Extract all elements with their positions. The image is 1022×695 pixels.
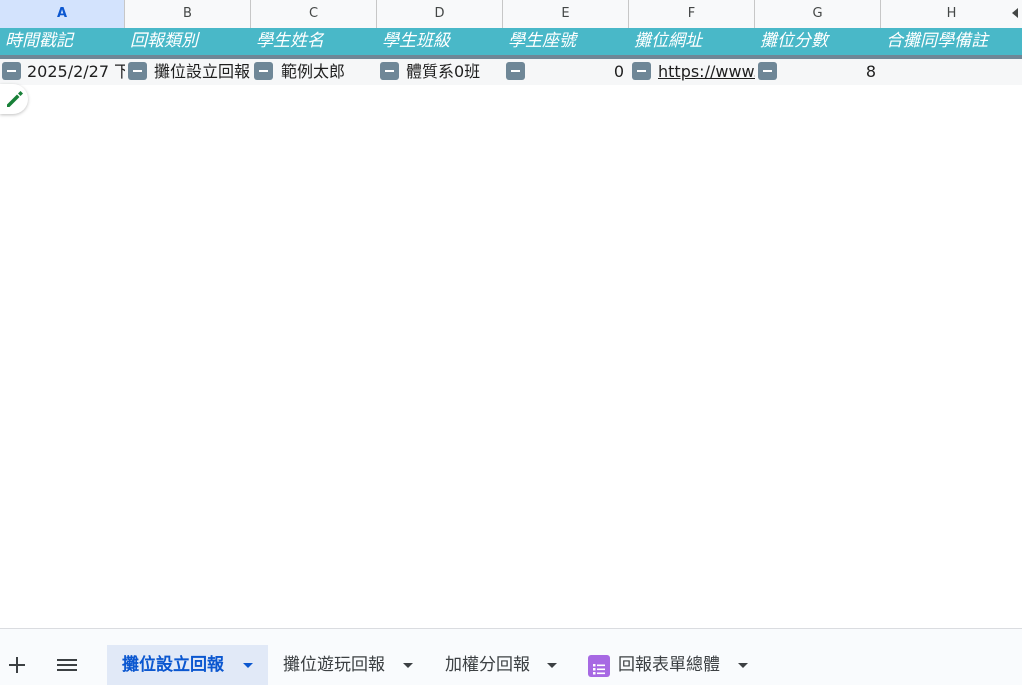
header-cell-url[interactable]: 攤位網址 — [629, 28, 755, 55]
minus-chip-icon[interactable] — [254, 62, 273, 80]
cell-category-value: 攤位設立回報 — [154, 62, 251, 81]
cell-class[interactable]: 體質系0班 — [377, 59, 503, 85]
column-header-f[interactable]: F — [629, 0, 755, 28]
cell-url-link[interactable]: https://www.p — [658, 59, 755, 85]
header-cell-seat[interactable]: 學生座號 — [503, 28, 629, 55]
tab-label: 回報表單總體 — [618, 655, 720, 675]
cell-seat[interactable]: 0 — [503, 59, 629, 85]
minus-chip-icon[interactable] — [2, 62, 21, 80]
plus-icon[interactable] — [8, 656, 26, 674]
cell-class-value: 體質系0班 — [406, 62, 481, 81]
minus-chip-icon[interactable] — [506, 62, 525, 80]
cell-seat-value: 0 — [613, 62, 624, 81]
dropdown-caret-icon[interactable] — [403, 663, 413, 668]
tab-report-form-overall[interactable]: 回報表單總體 — [588, 645, 760, 685]
cell-category[interactable]: 攤位設立回報 — [125, 59, 251, 85]
minus-chip-icon[interactable] — [128, 62, 147, 80]
column-header-h[interactable]: H — [881, 0, 1022, 28]
cell-timestamp[interactable]: 2025/2/27 下 — [0, 59, 125, 85]
cell-name[interactable]: 範例太郎 — [251, 59, 377, 85]
cell-name-value: 範例太郎 — [281, 62, 346, 81]
column-header-g[interactable]: G — [755, 0, 881, 28]
header-cell-score[interactable]: 攤位分數 — [755, 28, 881, 55]
dropdown-caret-icon[interactable] — [738, 663, 748, 668]
cell-url[interactable]: https://www.p — [629, 59, 755, 85]
tab-stall-setup-report[interactable]: 攤位設立回報 — [107, 645, 268, 685]
menu-icon[interactable] — [57, 659, 77, 671]
tab-label: 攤位設立回報 — [122, 655, 224, 675]
tab-label: 加權分回報 — [445, 655, 530, 675]
header-cell-timestamp[interactable]: 時間戳記 — [0, 28, 125, 55]
column-header-c[interactable]: C — [251, 0, 377, 28]
tab-bonus-score-report[interactable]: 加權分回報 — [430, 645, 570, 685]
edit-pencil-icon — [7, 91, 23, 107]
sheet-tab-bar: 攤位設立回報 攤位遊玩回報 加權分回報 回報表單總體 — [0, 628, 1022, 685]
column-header-b[interactable]: B — [125, 0, 251, 28]
cell-score-value: 8 — [865, 62, 876, 81]
tab-stall-play-report[interactable]: 攤位遊玩回報 — [268, 645, 423, 685]
scroll-left-icon[interactable] — [1012, 8, 1018, 18]
cell-note[interactable] — [881, 59, 1022, 85]
minus-chip-icon[interactable] — [380, 62, 399, 80]
column-header-a[interactable]: A — [0, 0, 125, 28]
cell-timestamp-value: 2025/2/27 下 — [27, 62, 125, 81]
minus-chip-icon[interactable] — [758, 62, 777, 80]
dropdown-caret-icon[interactable] — [243, 663, 253, 668]
column-header-d[interactable]: D — [377, 0, 503, 28]
header-cell-class[interactable]: 學生班級 — [377, 28, 503, 55]
minus-chip-icon[interactable] — [632, 62, 651, 80]
edit-pencil-button[interactable] — [0, 84, 28, 114]
column-header-bar: A B C D E F G H — [0, 0, 1022, 29]
cell-score[interactable]: 8 — [755, 59, 881, 85]
column-header-e[interactable]: E — [503, 0, 629, 28]
header-cell-category[interactable]: 回報類別 — [125, 28, 251, 55]
table-row: 2025/2/27 下 攤位設立回報 範例太郎 體質系0班 0 https://… — [0, 59, 1022, 85]
header-cell-note[interactable]: 合攤同學備註 — [881, 28, 1022, 55]
form-icon — [588, 655, 610, 677]
header-cell-name[interactable]: 學生姓名 — [251, 28, 377, 55]
tab-label: 攤位遊玩回報 — [283, 655, 385, 675]
header-row: 時間戳記 回報類別 學生姓名 學生班級 學生座號 攤位網址 攤位分數 合攤同學備… — [0, 28, 1022, 55]
dropdown-caret-icon[interactable] — [547, 663, 557, 668]
